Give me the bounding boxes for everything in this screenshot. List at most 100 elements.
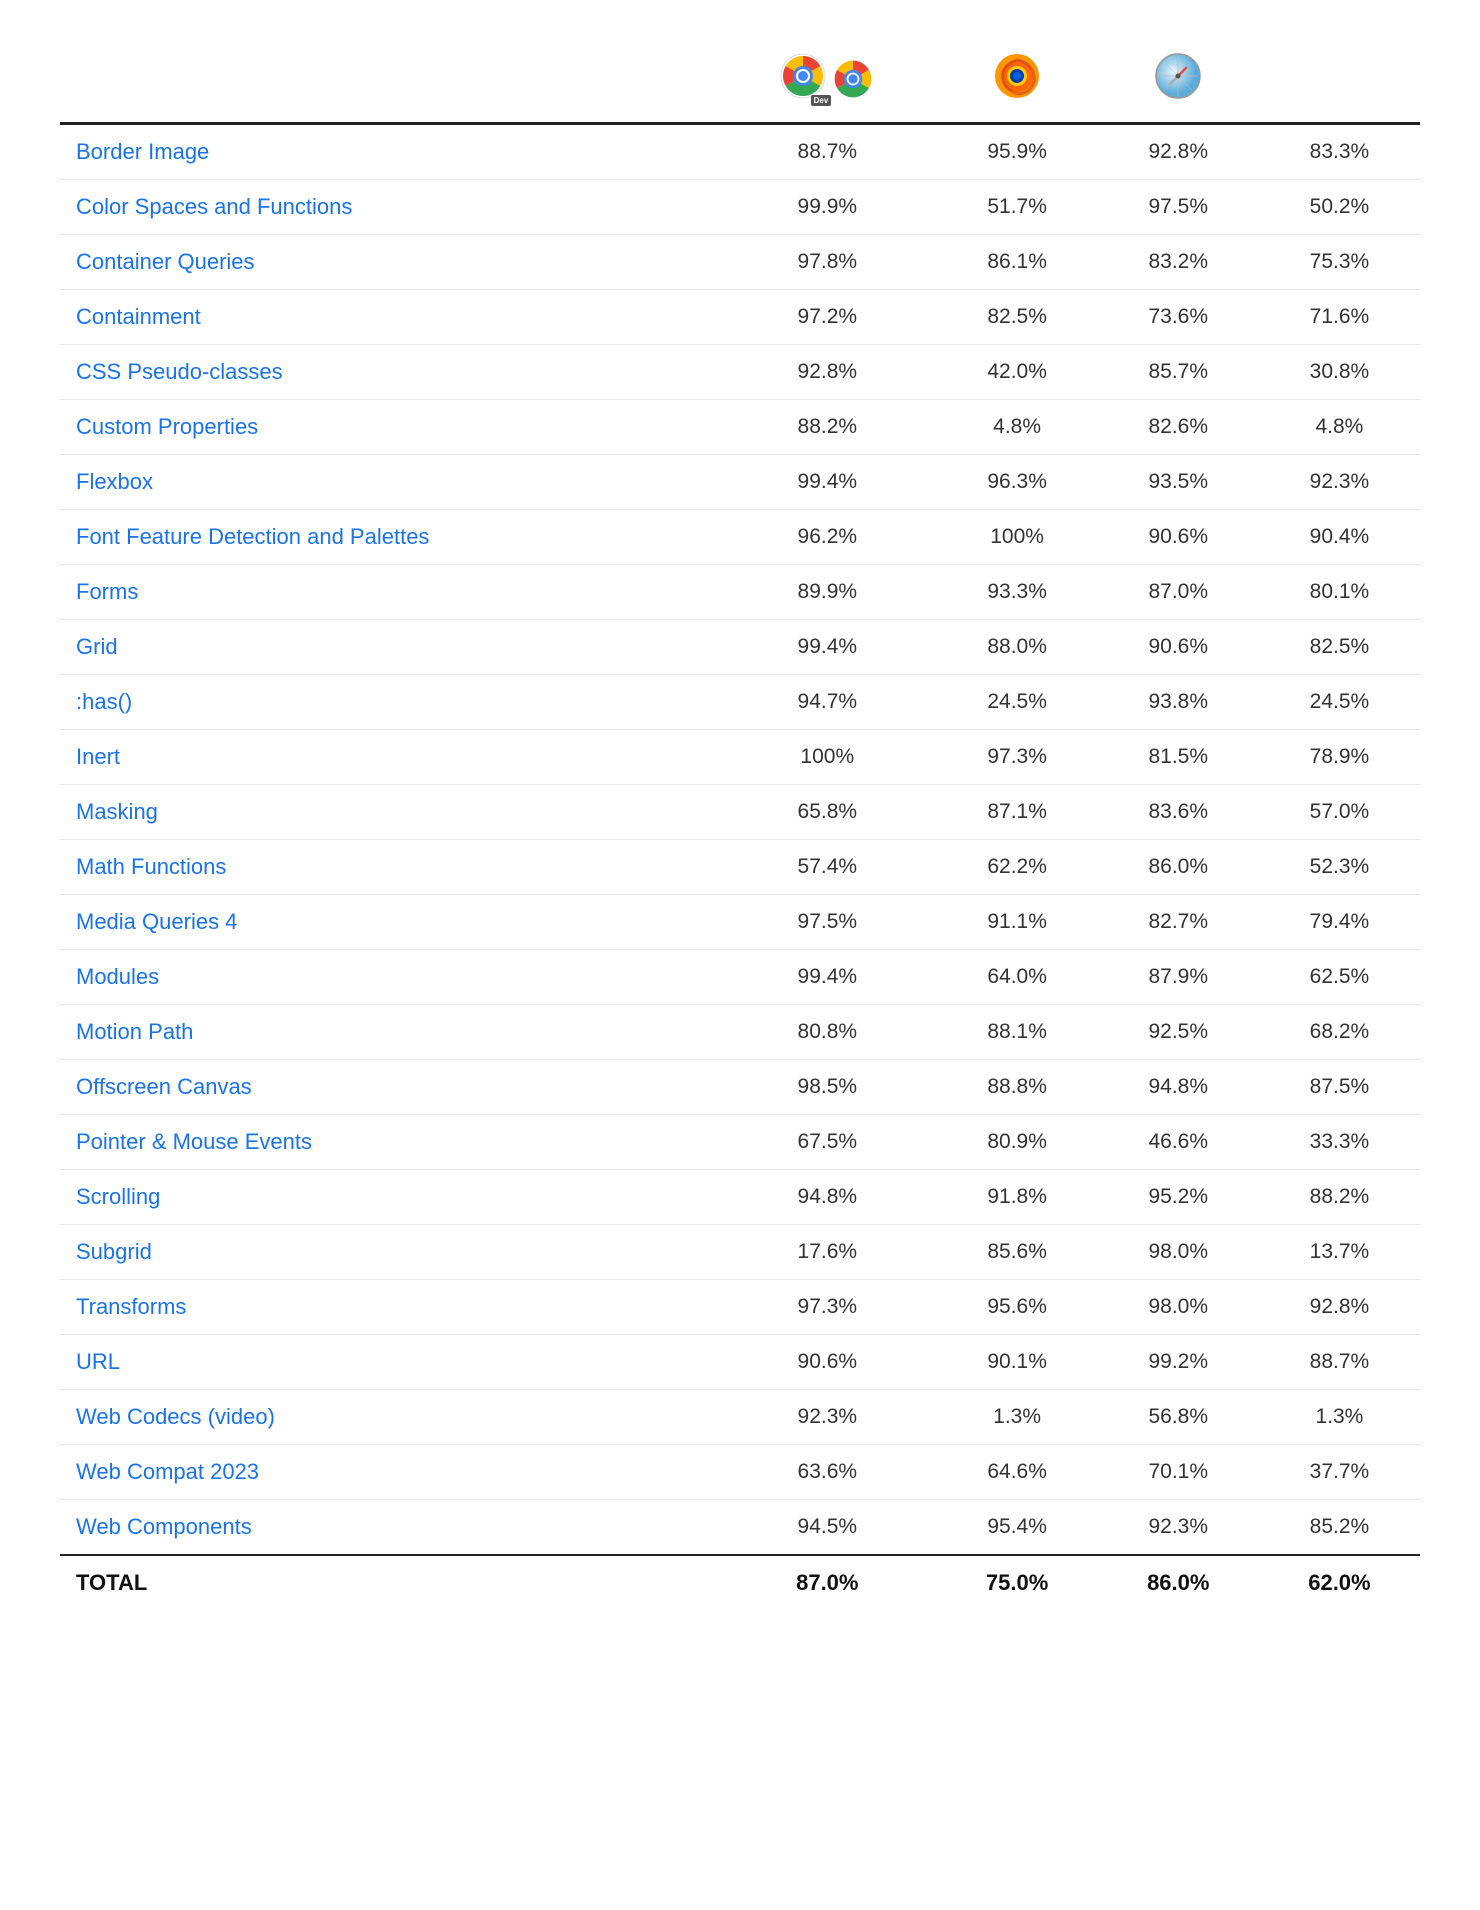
row-safari: 94.8% [1098,1060,1259,1115]
chrome-dev-icon [779,52,827,100]
row-name[interactable]: Custom Properties [60,400,718,455]
row-safari: 93.8% [1098,675,1259,730]
row-firefox: 24.5% [937,675,1098,730]
row-interop: 92.3% [1259,455,1420,510]
row-name[interactable]: Offscreen Canvas [60,1060,718,1115]
header-chrome-dev: Dev [718,40,937,124]
row-interop: 71.6% [1259,290,1420,345]
row-name[interactable]: Forms [60,565,718,620]
row-safari: 92.5% [1098,1005,1259,1060]
row-name[interactable]: Grid [60,620,718,675]
table-row: Web Codecs (video) 92.3% 1.3% 56.8% 1.3% [60,1390,1420,1445]
row-name[interactable]: Scrolling [60,1170,718,1225]
chrome-stable-icon [831,57,875,101]
row-name[interactable]: Modules [60,950,718,1005]
row-name[interactable]: Math Functions [60,840,718,895]
row-chrome-dev: 99.4% [718,950,937,1005]
row-name[interactable]: Color Spaces and Functions [60,180,718,235]
table-row: Math Functions 57.4% 62.2% 86.0% 52.3% [60,840,1420,895]
row-name[interactable]: Transforms [60,1280,718,1335]
row-chrome-dev: 88.7% [718,124,937,180]
row-interop: 68.2% [1259,1005,1420,1060]
row-interop: 92.8% [1259,1280,1420,1335]
row-name[interactable]: Web Codecs (video) [60,1390,718,1445]
row-interop: 75.3% [1259,235,1420,290]
row-name[interactable]: Font Feature Detection and Palettes [60,510,718,565]
row-firefox: 97.3% [937,730,1098,785]
row-interop: 33.3% [1259,1115,1420,1170]
row-chrome-dev: 57.4% [718,840,937,895]
row-firefox: 88.0% [937,620,1098,675]
row-chrome-dev: 99.4% [718,455,937,510]
row-name[interactable]: Web Compat 2023 [60,1445,718,1500]
row-firefox: 90.1% [937,1335,1098,1390]
row-safari: 86.0% [1098,840,1259,895]
row-chrome-dev: 92.8% [718,345,937,400]
row-safari: 93.5% [1098,455,1259,510]
row-name[interactable]: Containment [60,290,718,345]
row-firefox: 96.3% [937,455,1098,510]
row-chrome-dev: 90.6% [718,1335,937,1390]
header-firefox [937,40,1098,124]
table-row: Forms 89.9% 93.3% 87.0% 80.1% [60,565,1420,620]
table-row: CSS Pseudo-classes 92.8% 42.0% 85.7% 30.… [60,345,1420,400]
row-chrome-dev: 94.5% [718,1500,937,1556]
row-interop: 88.7% [1259,1335,1420,1390]
row-safari: 56.8% [1098,1390,1259,1445]
row-firefox: 93.3% [937,565,1098,620]
row-firefox: 95.4% [937,1500,1098,1556]
row-safari: 87.0% [1098,565,1259,620]
row-chrome-dev: 97.5% [718,895,937,950]
row-interop: 37.7% [1259,1445,1420,1500]
total-row: TOTAL 87.0% 75.0% 86.0% 62.0% [60,1555,1420,1610]
row-name[interactable]: Media Queries 4 [60,895,718,950]
row-name[interactable]: :has() [60,675,718,730]
total-firefox: 75.0% [937,1555,1098,1610]
row-safari: 92.8% [1098,124,1259,180]
table-row: Container Queries 97.8% 86.1% 83.2% 75.3… [60,235,1420,290]
row-chrome-dev: 17.6% [718,1225,937,1280]
row-name[interactable]: Border Image [60,124,718,180]
row-interop: 24.5% [1259,675,1420,730]
row-safari: 90.6% [1098,620,1259,675]
row-chrome-dev: 94.7% [718,675,937,730]
row-firefox: 4.8% [937,400,1098,455]
row-name[interactable]: Container Queries [60,235,718,290]
row-chrome-dev: 99.9% [718,180,937,235]
row-firefox: 91.8% [937,1170,1098,1225]
header-interop [1259,40,1420,124]
row-safari: 82.7% [1098,895,1259,950]
row-firefox: 64.0% [937,950,1098,1005]
row-name[interactable]: URL [60,1335,718,1390]
table-row: Border Image 88.7% 95.9% 92.8% 83.3% [60,124,1420,180]
row-name[interactable]: Web Components [60,1500,718,1556]
row-firefox: 91.1% [937,895,1098,950]
row-chrome-dev: 97.8% [718,235,937,290]
row-name[interactable]: Flexbox [60,455,718,510]
table-row: Pointer & Mouse Events 67.5% 80.9% 46.6%… [60,1115,1420,1170]
safari-icon [1154,52,1202,100]
interop-table: Dev [60,40,1420,1610]
row-interop: 82.5% [1259,620,1420,675]
row-safari: 83.6% [1098,785,1259,840]
row-firefox: 88.1% [937,1005,1098,1060]
row-chrome-dev: 80.8% [718,1005,937,1060]
row-interop: 52.3% [1259,840,1420,895]
row-interop: 83.3% [1259,124,1420,180]
dev-badge: Dev [811,95,832,106]
row-chrome-dev: 97.3% [718,1280,937,1335]
row-firefox: 86.1% [937,235,1098,290]
row-name[interactable]: Subgrid [60,1225,718,1280]
row-name[interactable]: Inert [60,730,718,785]
row-safari: 83.2% [1098,235,1259,290]
row-interop: 85.2% [1259,1500,1420,1556]
row-firefox: 1.3% [937,1390,1098,1445]
row-chrome-dev: 100% [718,730,937,785]
table-row: Grid 99.4% 88.0% 90.6% 82.5% [60,620,1420,675]
row-name[interactable]: Masking [60,785,718,840]
row-name[interactable]: CSS Pseudo-classes [60,345,718,400]
table-row: Web Components 94.5% 95.4% 92.3% 85.2% [60,1500,1420,1556]
row-name[interactable]: Motion Path [60,1005,718,1060]
row-interop: 87.5% [1259,1060,1420,1115]
row-name[interactable]: Pointer & Mouse Events [60,1115,718,1170]
